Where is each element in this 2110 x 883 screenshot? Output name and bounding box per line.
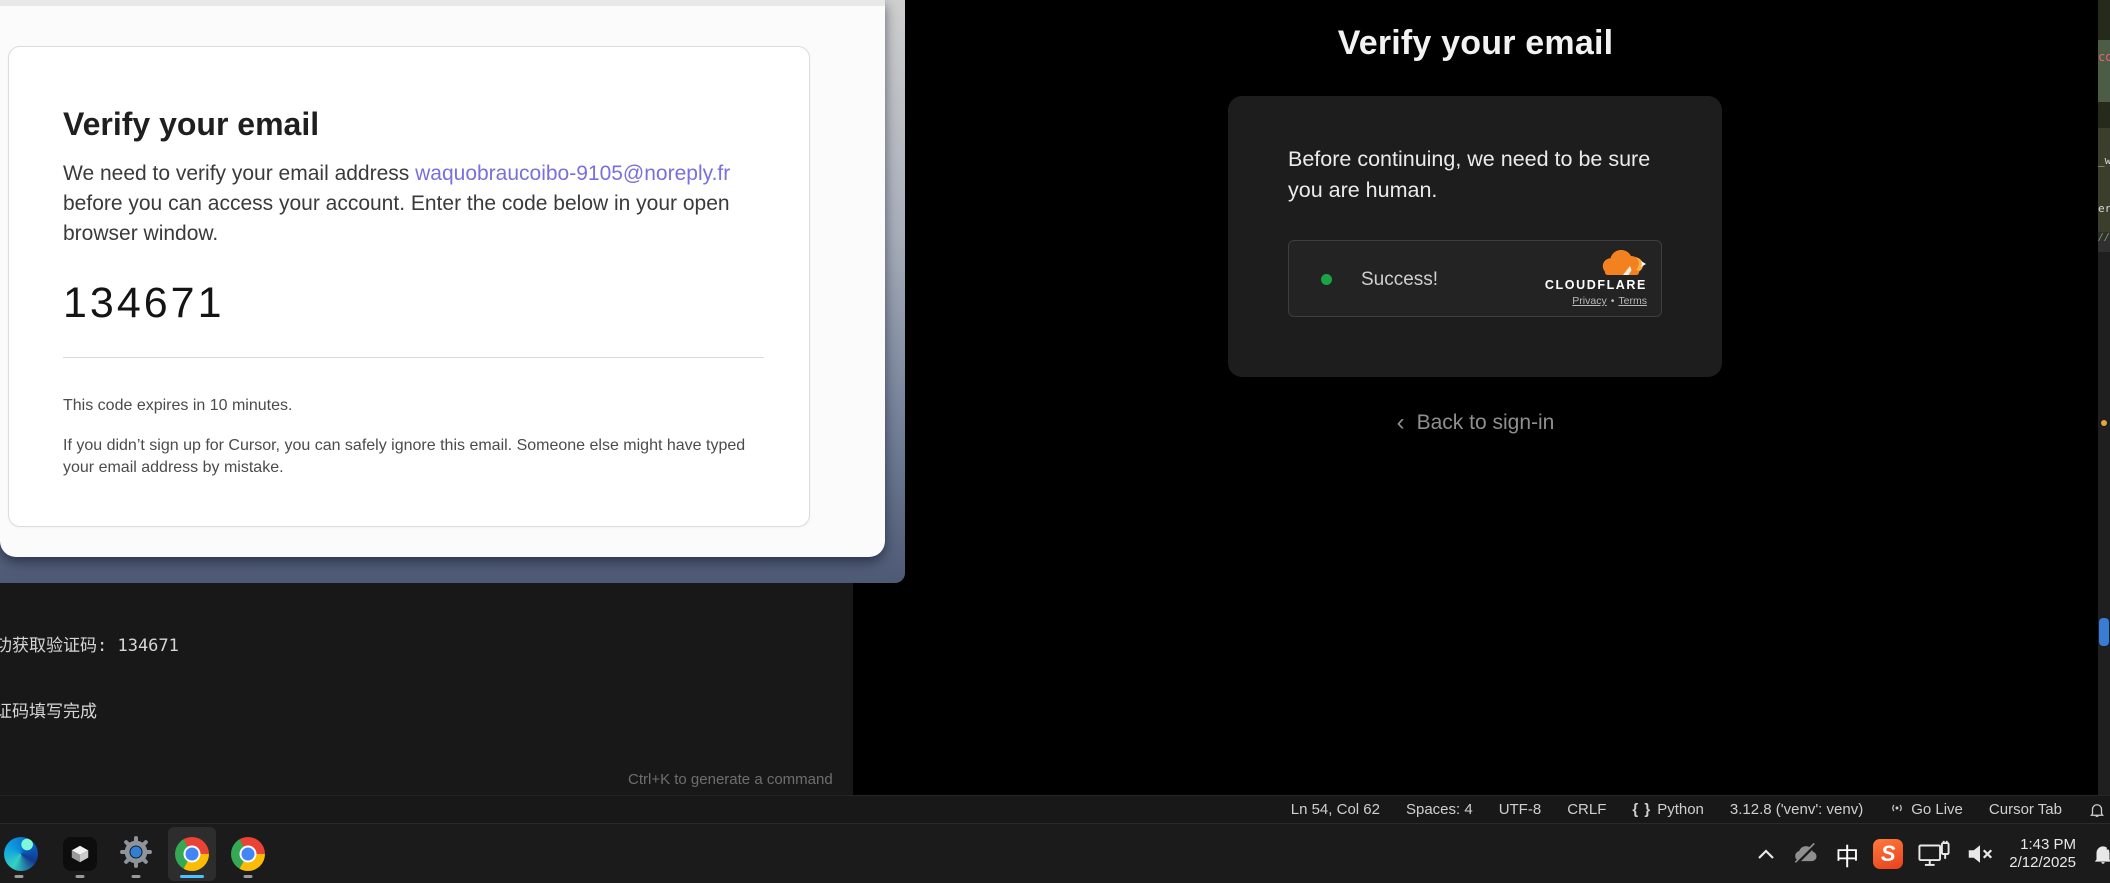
broadcast-icon [1889,800,1905,820]
clock-time: 1:43 PM [2009,836,2076,854]
python-interpreter-indicator[interactable]: 3.12.8 ('venv': venv) [1730,801,1863,818]
edge-icon [4,837,38,871]
running-indicator [15,875,24,878]
onedrive-offline-icon[interactable] [1791,841,1821,867]
taskbar-clock[interactable]: 1:43 PM 2/12/2025 [2009,836,2076,872]
email-address-link[interactable]: waquobraucoibo-9105@noreply.fr [415,162,730,185]
eol-indicator[interactable]: CRLF [1567,801,1606,818]
email-window-top-strip [0,0,885,6]
code-block [2098,102,2110,128]
cloudflare-turnstile-widget[interactable]: Success! CLOUDFLARE Privacy •Terms [1288,240,1662,317]
browser-verify-page: Verify your email Before continuing, we … [853,0,2098,795]
terminal-ctrl-k-hint: Ctrl+K to generate a command [628,771,833,788]
running-indicator [244,875,253,878]
chevron-left-icon: ‹ [1397,409,1405,437]
editor-warning-dot [2101,420,2107,426]
link-separator: • [1611,295,1615,307]
email-window-frame: Verify your email We need to verify your… [0,0,905,583]
cursor-tab-indicator[interactable]: Cursor Tab [1989,801,2062,818]
cursor-position-indicator[interactable]: Ln 54, Col 62 [1291,801,1380,818]
code-selection-fragment: co [2098,40,2110,102]
active-running-indicator [180,875,204,878]
status-bar: Ln 54, Col 62 Spaces: 4 UTF-8 CRLF { } P… [0,795,2110,823]
encoding-indicator[interactable]: UTF-8 [1499,801,1542,818]
taskbar-settings-button[interactable] [112,827,160,881]
gear-icon [119,835,153,874]
language-mode-indicator[interactable]: { } Python [1632,801,1704,818]
running-indicator [132,875,141,878]
clock-date: 2/12/2025 [2009,854,2076,872]
go-live-button[interactable]: Go Live [1889,800,1963,820]
ignore-note: If you didn’t sign up for Cursor, you ca… [63,435,763,479]
verify-page-title: Verify your email [853,24,2098,63]
taskbar: 中 S 1:43 PM 2/12/2025 [0,823,2110,883]
cube-app-icon [63,837,97,871]
taskbar-chrome-button-2[interactable] [224,827,272,881]
system-tray: 中 S 1:43 PM 2/12/2025 [1755,824,2110,883]
taskbar-cube-app-button[interactable] [56,827,104,881]
ime-language-icon[interactable]: 中 [1835,837,1859,872]
email-title: Verify your email [63,106,319,143]
cloudflare-wordmark: CLOUDFLARE [1517,278,1647,292]
python-braces-icon: { } [1632,801,1651,818]
turnstile-status: Success! [1361,269,1438,291]
code-fragment: er [2098,202,2110,215]
running-indicator [76,875,85,878]
speaker-muted-icon[interactable] [1965,840,1995,868]
code-fragment: _w [2098,154,2110,167]
chrome-icon [231,837,265,871]
verification-code: 134671 [63,279,225,328]
code-block [2098,0,2110,40]
email-body: We need to verify your email address waq… [63,159,788,249]
taskbar-chrome-button-active[interactable] [168,827,216,881]
editor-scroll-badge [2099,618,2109,646]
taskbar-pinned-apps [0,824,272,883]
sogou-glyph: S [1873,839,1903,869]
code-selection-block: _w er [2098,128,2110,232]
indentation-indicator[interactable]: Spaces: 4 [1406,801,1473,818]
divider [63,357,764,358]
usb-display-icon[interactable] [1917,839,1951,869]
terminal-line: 功获取验证码: 134671 [0,635,223,657]
terminal-line [0,767,223,789]
code-expiry-note: This code expires in 10 minutes. [63,397,292,415]
editor-edge-sliver: co _w er // [2098,0,2110,795]
privacy-link[interactable]: Privacy [1572,295,1606,307]
notifications-bell-icon[interactable] [2088,801,2106,819]
email-card: Verify your email We need to verify your… [8,46,810,527]
notification-bell-icon[interactable]: z [2090,840,2110,868]
tray-expand-chevron-icon[interactable] [1755,847,1777,861]
cloudflare-branding: CLOUDFLARE Privacy •Terms [1517,250,1647,307]
chrome-icon [175,837,209,871]
terms-link[interactable]: Terms [1618,295,1647,307]
desktop: Verify your email Before continuing, we … [0,0,2110,883]
success-dot-icon [1321,274,1332,285]
back-to-sign-in-label: Back to sign-in [1417,411,1555,434]
terminal-panel[interactable]: 功获取验证码: 134671 证码填写完成 在处理 Turnstile 验证..… [0,583,853,795]
cloudflare-cloud-icon [1601,250,1647,280]
go-live-label: Go Live [1911,801,1963,818]
taskbar-edge-button[interactable] [0,827,48,881]
code-comment-fragment: // [2098,232,2110,252]
email-body-before: We need to verify your email address [63,162,415,185]
email-window: Verify your email We need to verify your… [0,0,885,557]
svg-text:z: z [2106,842,2110,852]
verification-card: Before continuing, we need to be sure yo… [1228,96,1722,377]
language-label: Python [1657,801,1704,818]
human-check-prompt: Before continuing, we need to be sure yo… [1288,144,1680,206]
terminal-line: 证码填写完成 [0,701,223,723]
email-body-after: before you can access your account. Ente… [63,192,730,245]
sogou-input-icon[interactable]: S [1873,839,1903,869]
back-to-sign-in-link[interactable]: ‹ Back to sign-in [853,408,2098,436]
